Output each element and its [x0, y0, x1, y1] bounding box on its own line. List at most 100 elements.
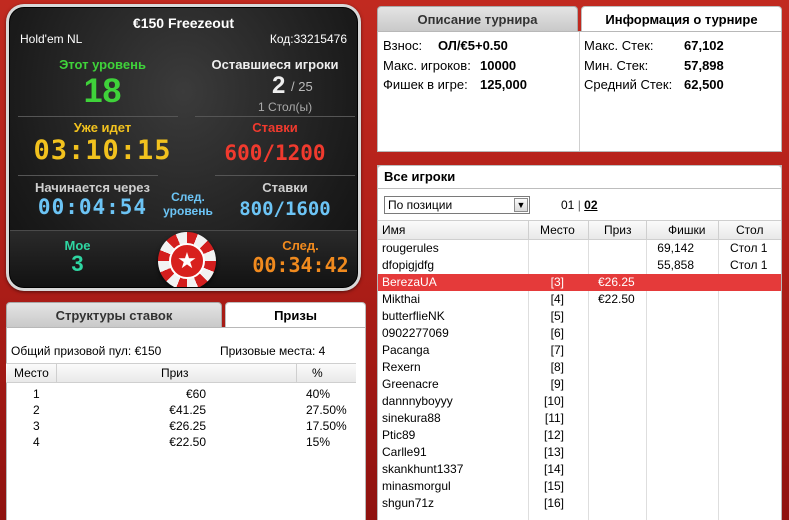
divider — [579, 32, 580, 151]
star-icon: ★ — [169, 243, 205, 279]
player-place: [3] — [550, 275, 564, 289]
column-divider — [296, 364, 297, 382]
status-display: €150 Freezeout Hold'em NL Код:33215476 Э… — [9, 7, 358, 288]
player-name: BerezaUA — [382, 275, 437, 289]
table-row[interactable]: minasmorgul [15] — [378, 478, 781, 495]
header-prize[interactable]: Приз — [604, 223, 632, 237]
prize-amount: €22.50 — [169, 435, 206, 449]
header-place[interactable]: Место — [540, 223, 575, 237]
players-list: rougerules 69,142 Стол 1 dfopigjdfg 55,858 Ст… — [378, 240, 781, 520]
prize-row: 3 €26.25 17.50% — [6, 419, 356, 435]
player-name: minasmorgul — [382, 479, 451, 493]
player-place: [7] — [550, 343, 564, 357]
prize-place: 2 — [33, 403, 40, 417]
prize-row: 2 €41.25 27.50% — [6, 403, 356, 419]
table-row[interactable]: Mikthai [4] €22.50 — [378, 291, 781, 308]
player-place: [4] — [550, 292, 564, 306]
sort-select[interactable]: По позиции ▼ — [384, 196, 530, 214]
table-row[interactable]: rougerules 69,142 Стол 1 — [378, 240, 781, 257]
tables-count: 1 Стол(ы) — [258, 100, 313, 114]
divider — [215, 175, 355, 176]
header-table[interactable]: Стол — [736, 223, 763, 237]
player-prize: €22.50 — [598, 292, 635, 306]
table-row-selected[interactable]: BerezaUA [3] €26.25 — [378, 274, 781, 291]
table-row[interactable]: sinekura88 [11] — [378, 410, 781, 427]
game-type: Hold'em NL — [20, 32, 83, 46]
player-place: [16] — [543, 496, 564, 510]
next-break-timer: 00:34:42 — [252, 253, 349, 277]
starts-in-label: Начинается через — [34, 180, 150, 195]
prize-place: 3 — [33, 419, 40, 433]
header-name[interactable]: Имя — [382, 223, 405, 237]
page-link-2[interactable]: 02 — [584, 198, 597, 212]
player-name: Rexern — [382, 360, 421, 374]
chevron-down-icon[interactable]: ▼ — [514, 198, 528, 212]
player-chips: 69,142 — [657, 241, 694, 255]
avg-stack-label: Средний Стек: — [584, 77, 673, 92]
player-chips: 55,858 — [657, 258, 694, 272]
prize-place: 4 — [33, 435, 40, 449]
table-row[interactable]: Rexern [8] — [378, 359, 781, 376]
divider — [18, 116, 178, 117]
next-level-label: След. уровень — [160, 190, 216, 218]
player-name: rougerules — [382, 241, 439, 255]
column-divider — [718, 221, 719, 239]
column-divider — [56, 364, 57, 382]
max-players-value: 10000 — [480, 58, 517, 73]
prize-pool: Общий призовой пул: €150 — [11, 344, 162, 358]
column-divider — [588, 221, 589, 239]
player-name: 0902277069 — [382, 326, 449, 340]
this-level-value: 18 — [83, 72, 122, 110]
player-name: dfopigjdfg — [382, 258, 435, 272]
pagination: 01 | 02 — [561, 198, 598, 212]
player-name: Greenacre — [382, 377, 439, 391]
player-place: [13] — [543, 445, 564, 459]
table-row[interactable]: Ptic89 [12] — [378, 427, 781, 444]
player-place: [11] — [544, 411, 564, 425]
tournament-info-panel: Взнос: ОЛ/€5+0.50 Макс. игроков: 10000 Ф… — [377, 31, 782, 152]
tab-prizes[interactable]: Призы — [225, 302, 366, 328]
remaining-players-total: / 25 — [291, 79, 313, 94]
page-link-1[interactable]: 01 — [561, 198, 574, 212]
prize-row: 4 €22.50 15% — [6, 435, 356, 451]
next-stakes-label: Ставки — [262, 180, 308, 195]
table-row[interactable]: dannnyboyyy [10] — [378, 393, 781, 410]
stakes-label: Ставки — [252, 120, 298, 135]
table-row[interactable]: dfopigjdfg 55,858 Стол 1 — [378, 257, 781, 274]
prize-amount: €60 — [185, 387, 206, 401]
avg-stack-value: 62,500 — [684, 77, 724, 92]
my-position-value: 3 — [71, 251, 84, 276]
prize-places: Призовые места: 4 — [220, 344, 326, 358]
tab-tournament-description[interactable]: Описание турнира — [377, 6, 578, 32]
table-row[interactable]: 0902277069 [6] — [378, 325, 781, 342]
prize-percent: 27.50% — [306, 403, 347, 417]
prize-percent: 17.50% — [306, 419, 347, 433]
column-divider — [528, 221, 529, 239]
poker-chip-icon: ★ — [158, 232, 216, 287]
prize-place: 1 — [33, 387, 40, 401]
remaining-players-value: 2 — [272, 72, 286, 99]
sort-select-value: По позиции — [388, 198, 453, 212]
entry-fee-label: Взнос: — [383, 38, 423, 53]
divider — [195, 116, 355, 117]
tournament-code: Код:33215476 — [269, 32, 347, 46]
table-row[interactable]: Pacanga [7] — [378, 342, 781, 359]
tab-tournament-info[interactable]: Информация о турнире — [581, 6, 782, 32]
player-name: sinekura88 — [382, 411, 441, 425]
max-stack-label: Макс. Стек: — [584, 38, 654, 53]
player-place: [10] — [543, 394, 564, 408]
tab-betting-structures[interactable]: Структуры ставок — [6, 302, 222, 328]
header-chips[interactable]: Фишки — [668, 223, 705, 237]
player-name: Mikthai — [382, 292, 421, 306]
next-stakes-value: 800/1600 — [239, 198, 331, 220]
prize-amount: €41.25 — [169, 403, 206, 417]
table-row[interactable]: skankhunt1337 [14] — [378, 461, 781, 478]
table-row[interactable]: Carlle91 [13] — [378, 444, 781, 461]
table-row[interactable]: butterflieNK [5] — [378, 308, 781, 325]
player-place: [5] — [550, 309, 564, 323]
table-row[interactable]: Greenacre [9] — [378, 376, 781, 393]
this-level-label: Этот уровень — [59, 57, 146, 72]
prize-amount: €26.25 — [169, 419, 206, 433]
prize-percent: 15% — [306, 435, 331, 449]
table-row[interactable]: shgun71z [16] — [378, 495, 781, 512]
